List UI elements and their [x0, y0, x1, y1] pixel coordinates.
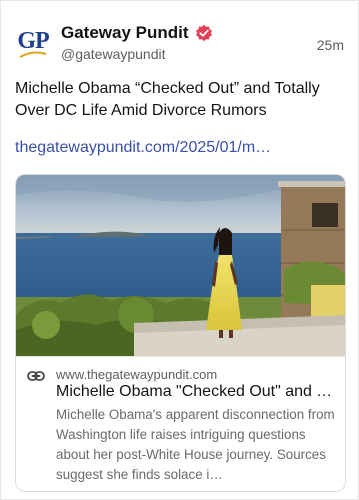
link-preview-card[interactable]: www.thegatewaypundit.com Michelle Obama …	[15, 174, 346, 492]
link-icon	[27, 371, 45, 381]
author-handle[interactable]: @gatewaypundit	[61, 46, 166, 62]
post-timestamp[interactable]: 25m	[317, 37, 344, 53]
avatar-swoosh-icon	[19, 51, 47, 58]
display-name[interactable]: Gateway Pundit	[61, 23, 189, 43]
card-image[interactable]	[16, 175, 346, 356]
name-row: Gateway Pundit	[61, 23, 213, 43]
card-domain: www.thegatewaypundit.com	[56, 367, 218, 382]
card-title[interactable]: Michelle Obama "Checked Out" and T…	[56, 383, 336, 401]
card-body[interactable]: www.thegatewaypundit.com Michelle Obama …	[16, 356, 345, 491]
post-link[interactable]: thegatewaypundit.com/2025/01/m…	[15, 139, 344, 157]
avatar[interactable]: GP	[15, 23, 51, 59]
feed-post[interactable]: GP Gateway Pundit @gatewaypundit 25m Mic…	[0, 0, 359, 500]
verified-badge-icon	[195, 24, 212, 42]
post-text: Michelle Obama “Checked Out” and Totally…	[15, 80, 320, 119]
card-description: Michelle Obama's apparent disconnection …	[56, 407, 335, 482]
post-header: GP Gateway Pundit @gatewaypundit 25m	[15, 19, 344, 67]
